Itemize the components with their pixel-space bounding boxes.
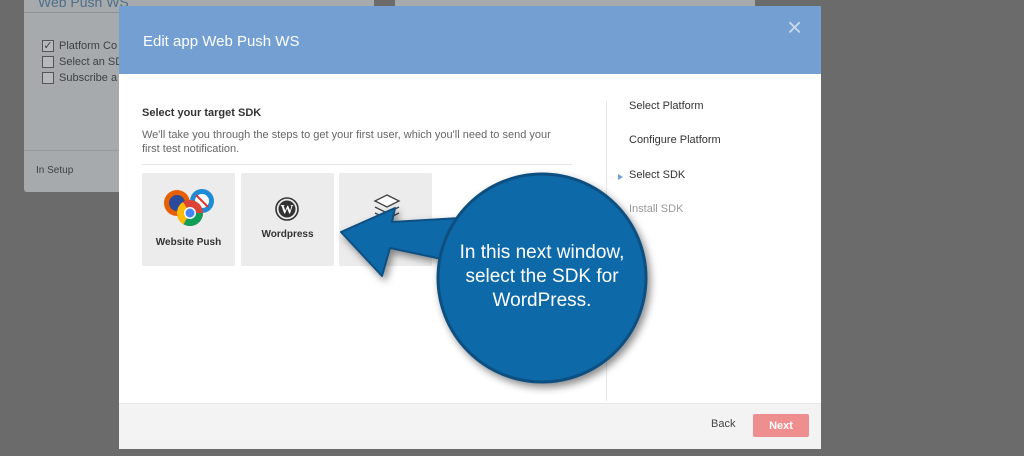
background-check-item: Select an SD [42, 56, 123, 68]
sdk-heading: Select your target SDK [142, 107, 262, 119]
sdk-tile-label: Website Push [155, 237, 222, 248]
sdk-description: We'll take you through the steps to get … [142, 129, 551, 155]
step-install-sdk: Install SDK [629, 203, 684, 215]
background-check-label: Platform Co [59, 40, 118, 52]
checkbox-icon [42, 56, 54, 68]
current-step-arrow-icon [618, 174, 623, 180]
background-check-label: Select an SD [59, 56, 124, 68]
section-divider [142, 164, 572, 165]
sdk-tile-api[interactable]: t API [339, 173, 432, 266]
layers-icon [373, 194, 401, 220]
background-check-item: ✓ Platform Co [42, 40, 117, 52]
background-check-label: Subscribe a [59, 72, 118, 84]
modal-footer: Back Next [119, 403, 821, 449]
sdk-tile-wordpress[interactable]: W Wordpress [241, 173, 334, 266]
step-select-platform: Select Platform [629, 100, 704, 112]
close-icon[interactable]: × [787, 14, 802, 40]
background-check-item: Subscribe a [42, 72, 117, 84]
modal-header: Edit app Web Push WS × [119, 6, 821, 74]
next-button[interactable]: Next [753, 414, 809, 437]
wordpress-icon: W [275, 197, 299, 221]
callout-line: select the SDK for [465, 266, 619, 287]
callout-text: In this next window, select the SDK for … [440, 241, 644, 313]
svg-text:W: W [281, 202, 294, 217]
edit-app-modal: Edit app Web Push WS × Select your targe… [119, 6, 821, 449]
sdk-tile-label: Wordpress [261, 229, 314, 240]
background-card-title: Web Push WS [38, 0, 129, 10]
step-configure-platform: Configure Platform [629, 134, 721, 146]
step-select-sdk: Select SDK [629, 169, 686, 181]
background-status: In Setup [36, 165, 74, 176]
callout-line: In this next window, [459, 242, 625, 263]
back-button[interactable]: Back [711, 418, 735, 430]
sdk-tile-website-push[interactable]: Website Push [142, 173, 235, 266]
sdk-tile-label: t API [390, 229, 413, 240]
modal-title: Edit app Web Push WS [143, 33, 300, 50]
checkbox-checked-icon: ✓ [42, 40, 54, 52]
browser-logos-icon [164, 189, 214, 227]
checkbox-icon [42, 72, 54, 84]
callout-line: WordPress. [492, 290, 592, 311]
